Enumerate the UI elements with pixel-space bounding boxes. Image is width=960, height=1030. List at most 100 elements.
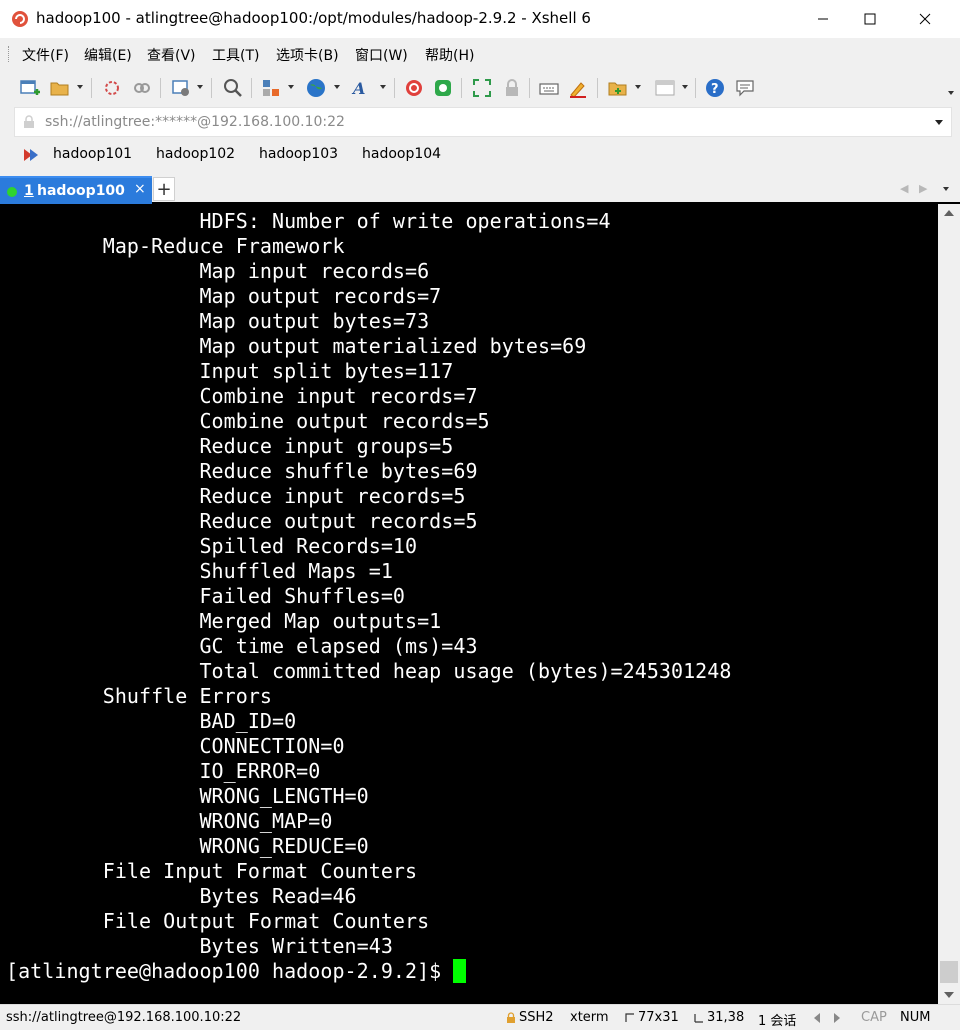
minimize-button[interactable]	[800, 0, 846, 38]
new-tab-button[interactable]: +	[153, 177, 175, 201]
chevron-down-icon[interactable]	[935, 120, 943, 125]
open-folder-icon[interactable]	[49, 77, 71, 99]
globe-icon[interactable]	[305, 77, 327, 99]
scroll-thumb[interactable]	[940, 961, 958, 983]
reconnect-icon[interactable]	[131, 77, 153, 99]
status-caps-lock: CAP	[861, 1010, 887, 1025]
menu-view[interactable]: 查看(V)	[147, 45, 196, 65]
font-icon[interactable]: A	[350, 77, 372, 99]
toolbar: A ?	[0, 70, 960, 106]
tab-list-dropdown-icon[interactable]	[943, 187, 949, 191]
minimize-icon	[818, 18, 828, 20]
tab-hadoop100[interactable]: 1 hadoop100 ×	[0, 176, 152, 204]
svg-text:?: ?	[711, 82, 719, 97]
maximize-button[interactable]	[847, 0, 893, 38]
layout-dropdown-icon[interactable]	[682, 85, 688, 89]
scroll-up-icon[interactable]	[944, 210, 954, 216]
menu-edit[interactable]: 编辑(E)	[84, 45, 132, 65]
lock-icon[interactable]	[501, 77, 523, 99]
keyboard-icon[interactable]	[538, 77, 560, 99]
link-hadoop102[interactable]: hadoop102	[156, 146, 235, 162]
font-dropdown-icon[interactable]	[380, 85, 386, 89]
tab-label: hadoop100	[37, 183, 125, 199]
toolbar-overflow-icon[interactable]	[948, 91, 954, 95]
xshell-logo-icon	[12, 11, 28, 27]
title-bar: hadoop100 - atlingtree@hadoop100:/opt/mo…	[0, 0, 960, 38]
status-protocol: SSH2	[519, 1010, 554, 1025]
address-text[interactable]: ssh://atlingtree:******@192.168.100.10:2…	[45, 114, 345, 130]
menu-tabs[interactable]: 选项卡(B)	[276, 45, 339, 65]
connected-status-icon	[7, 187, 17, 197]
new-session-icon[interactable]	[19, 77, 41, 99]
terminal-line: Map output bytes=73	[6, 309, 430, 333]
terminal-line: Reduce input groups=5	[6, 434, 454, 458]
transfer-dropdown-icon[interactable]	[288, 85, 294, 89]
highlight-icon[interactable]	[567, 77, 589, 99]
menu-tools[interactable]: 工具(T)	[212, 45, 259, 65]
find-icon[interactable]	[222, 77, 244, 99]
tab-next-icon[interactable]: ▶	[919, 182, 927, 195]
toolbar-separator	[211, 78, 212, 98]
maximize-icon	[864, 13, 876, 25]
fullscreen-icon[interactable]	[471, 77, 493, 99]
disconnect-icon[interactable]	[101, 77, 123, 99]
properties-icon[interactable]	[170, 77, 192, 99]
svg-text:A: A	[351, 79, 365, 98]
terminal-line: Shuffle Errors	[6, 684, 273, 708]
xmanager-icon[interactable]	[432, 77, 454, 99]
terminal-line: WRONG_MAP=0	[6, 809, 333, 833]
toolbar-separator	[529, 78, 530, 98]
transfer-icon[interactable]	[260, 77, 282, 99]
status-prev-icon[interactable]	[814, 1013, 820, 1023]
compose-dropdown-icon[interactable]	[635, 85, 641, 89]
terminal-line: HDFS: Number of write operations=4	[6, 209, 611, 233]
menu-bar: 文件(F) 编辑(E) 查看(V) 工具(T) 选项卡(B) 窗口(W) 帮助(…	[0, 38, 960, 70]
link-hadoop104[interactable]: hadoop104	[362, 146, 441, 162]
terminal-line: File Input Format Counters	[6, 859, 418, 883]
terminal-scrollbar[interactable]	[938, 204, 960, 1004]
link-hadoop101[interactable]: hadoop101	[53, 146, 132, 162]
resize-icon	[625, 1013, 634, 1022]
terminal-line: GC time elapsed (ms)=43	[6, 634, 478, 658]
scroll-down-icon[interactable]	[944, 992, 954, 998]
terminal-line: Spilled Records=10	[6, 534, 418, 558]
links-icon[interactable]	[22, 147, 38, 163]
menu-window[interactable]: 窗口(W)	[355, 45, 408, 65]
terminal-line: File Output Format Counters	[6, 909, 430, 933]
status-next-icon[interactable]	[834, 1013, 840, 1023]
globe-dropdown-icon[interactable]	[334, 85, 340, 89]
terminal-line: IO_ERROR=0	[6, 759, 321, 783]
terminal-line: Map-Reduce Framework	[6, 234, 345, 258]
tab-bar: 1 hadoop100 × + ◀ ▶	[0, 174, 960, 204]
menu-grip	[8, 46, 12, 62]
terminal-line: Map output materialized bytes=69	[6, 334, 587, 358]
terminal-line: Total committed heap usage (bytes)=24530…	[6, 659, 732, 683]
status-num-lock: NUM	[900, 1010, 931, 1025]
address-bar[interactable]: ssh://atlingtree:******@192.168.100.10:2…	[14, 107, 952, 137]
menu-file[interactable]: 文件(F)	[22, 45, 69, 65]
tab-close-icon[interactable]: ×	[134, 181, 146, 197]
terminal-line: Bytes Written=43	[6, 934, 393, 958]
link-hadoop103[interactable]: hadoop103	[259, 146, 338, 162]
xftp-icon[interactable]	[403, 77, 425, 99]
toolbar-separator	[160, 78, 161, 98]
open-dropdown-icon[interactable]	[77, 85, 83, 89]
menu-help[interactable]: 帮助(H)	[425, 45, 474, 65]
close-button[interactable]	[902, 0, 948, 38]
close-icon	[919, 13, 931, 25]
tab-prev-icon[interactable]: ◀	[900, 182, 908, 195]
properties-dropdown-icon[interactable]	[197, 85, 203, 89]
shell-prompt: [atlingtree@hadoop100 hadoop-2.9.2]$	[6, 959, 454, 983]
terminal-line: Reduce output records=5	[6, 509, 478, 533]
terminal-line: Input split bytes=117	[6, 359, 454, 383]
layout-icon[interactable]	[654, 77, 676, 99]
compose-icon[interactable]	[607, 77, 629, 99]
status-terminal-size: 77x31	[638, 1010, 679, 1025]
status-bar: ssh://atlingtree@192.168.100.10:22 SSH2 …	[0, 1004, 960, 1030]
terminal-output[interactable]: HDFS: Number of write operations=4 Map-R…	[0, 204, 938, 1004]
chat-icon[interactable]	[734, 77, 756, 99]
status-cursor-position: 31,38	[707, 1010, 745, 1025]
help-icon[interactable]: ?	[704, 77, 726, 99]
toolbar-separator	[91, 78, 92, 98]
terminal-cursor	[453, 959, 466, 983]
